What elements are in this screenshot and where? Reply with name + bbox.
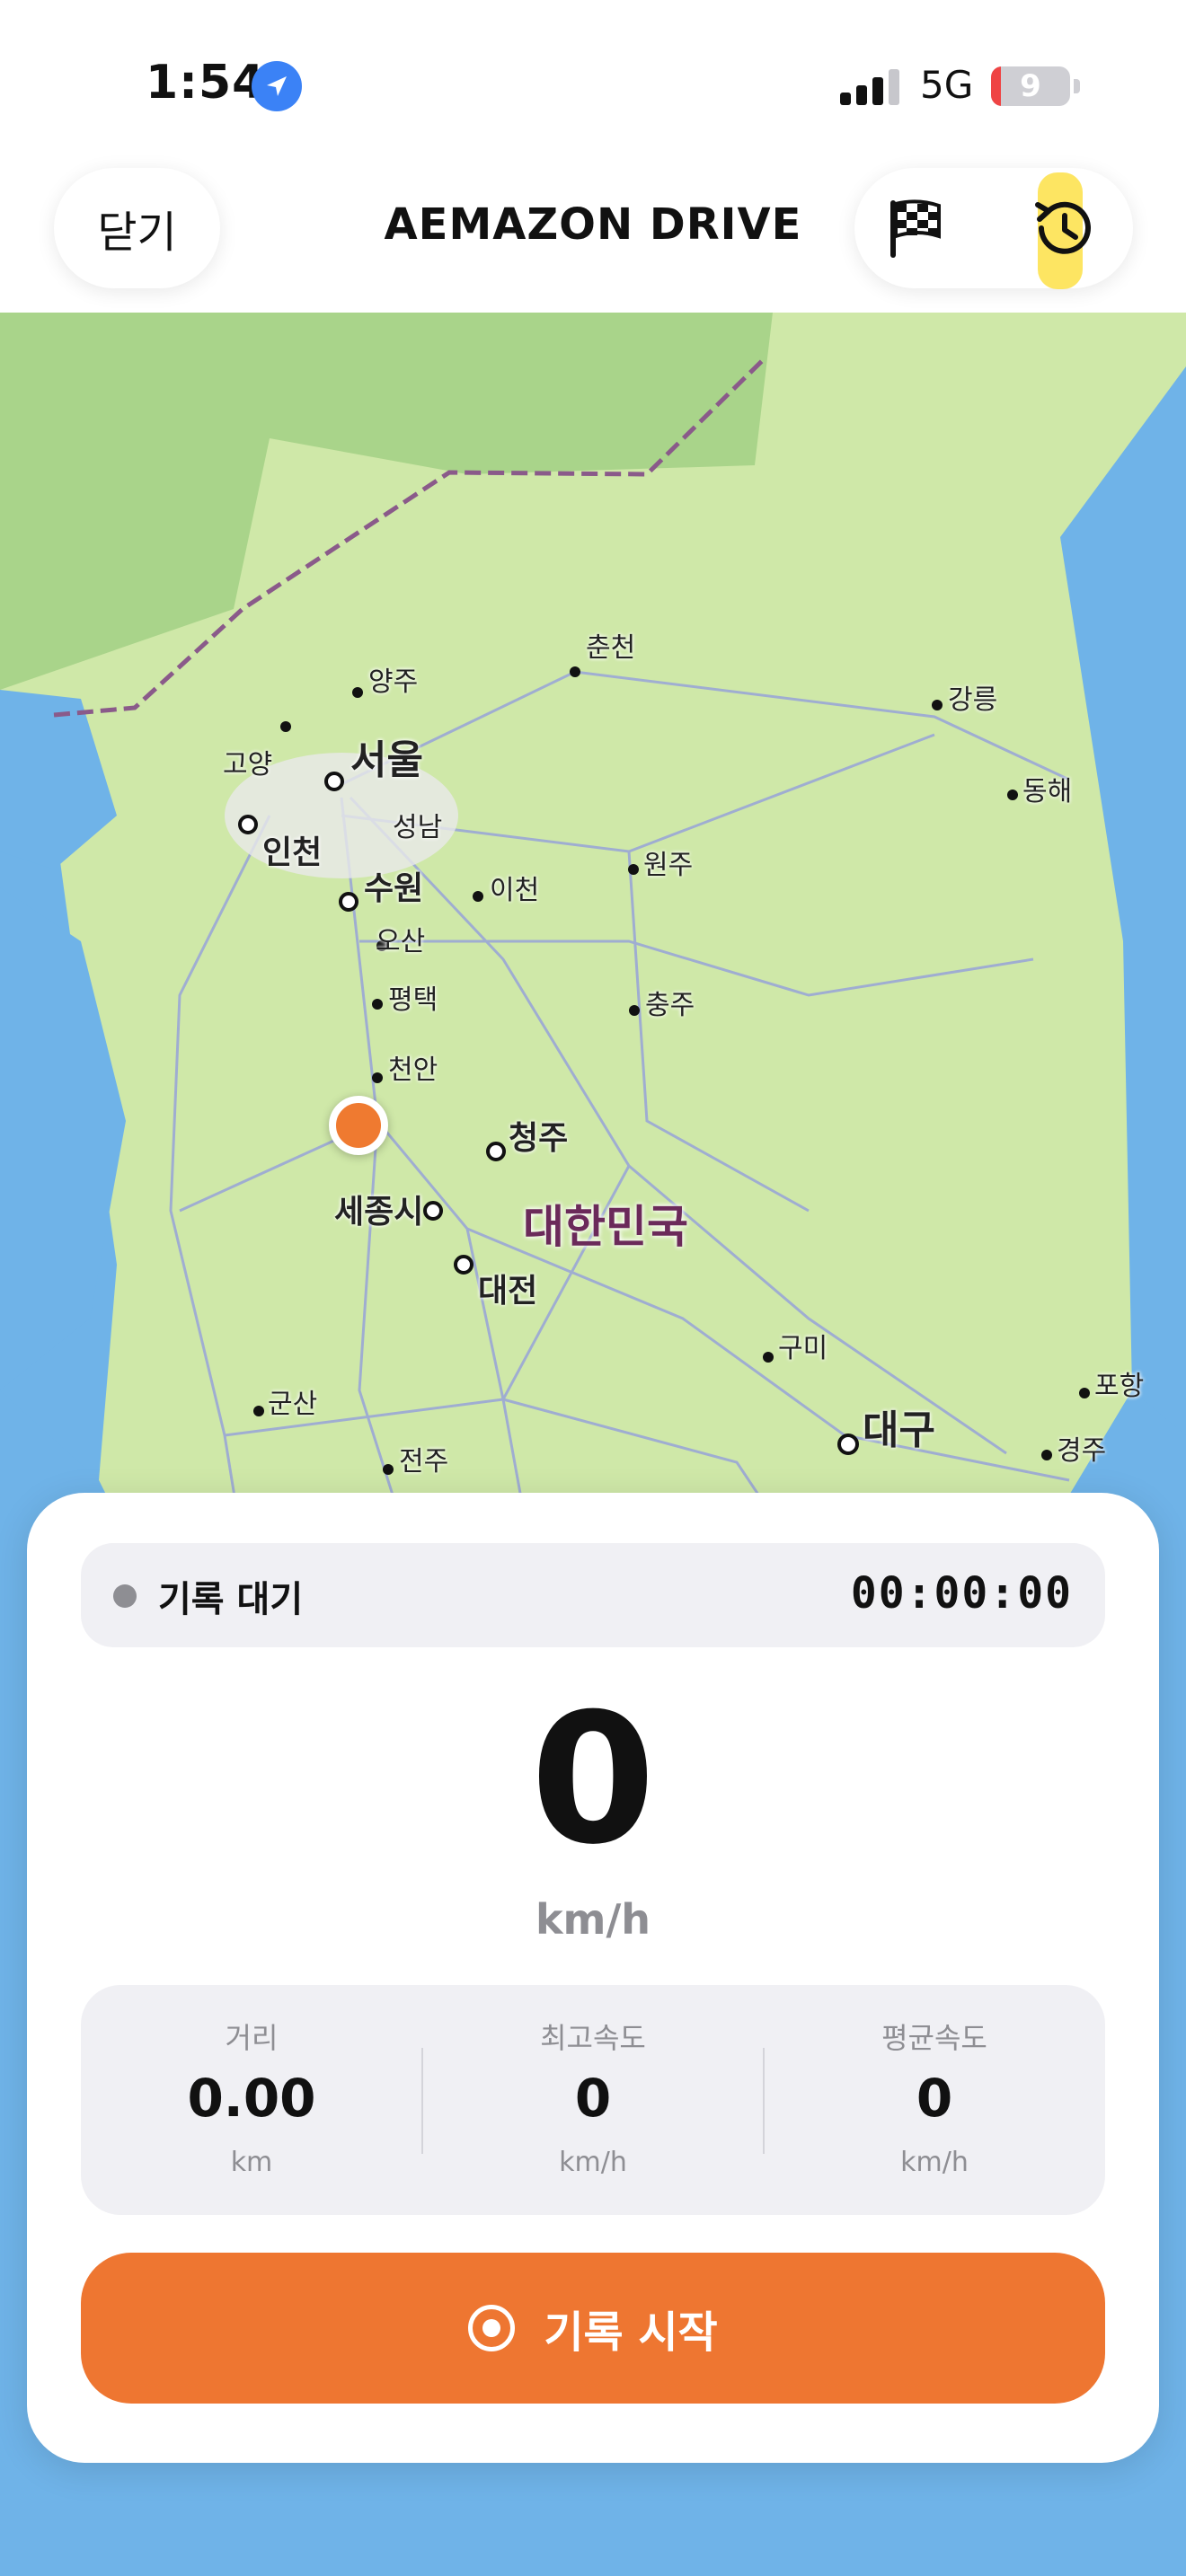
map-label-seongnam: 성남 <box>393 812 443 843</box>
recording-status-text: 기록 대기 <box>158 1579 304 1620</box>
stat-unit: km <box>230 2147 273 2178</box>
map-label-suwon: 수원 <box>364 870 424 907</box>
map-label-donghae: 동해 <box>1022 776 1073 807</box>
map-label-cheonan: 천안 <box>388 1054 438 1086</box>
nav-bar: 닫기 AEMAZON DRIVE <box>0 153 1186 313</box>
map-label-gyeongju: 경주 <box>1057 1435 1107 1467</box>
map-label-sejong: 세종시 <box>334 1194 424 1231</box>
stat-distance: 거리 0.00 km <box>81 1985 422 2215</box>
start-recording-label: 기록 시작 <box>544 2307 718 2358</box>
map-label-icheon: 이천 <box>490 875 540 906</box>
status-bar: 1:54 5G 9 <box>0 0 1186 153</box>
stat-label: 평균속도 <box>881 2021 987 2055</box>
map-label-chungju: 충주 <box>645 990 695 1021</box>
map-label-daegu: 대구 <box>863 1407 935 1453</box>
stat-avg-speed: 평균속도 0 km/h <box>764 1985 1105 2215</box>
trip-stats: 거리 0.00 km 최고속도 0 km/h 평균속도 0 km/h <box>81 1985 1105 2215</box>
checkered-flag-icon[interactable] <box>881 195 948 261</box>
network-type: 5G <box>920 63 974 107</box>
status-time: 1:54 <box>146 56 266 110</box>
record-icon <box>468 2305 516 2351</box>
battery-level: 9 <box>1020 68 1041 104</box>
map-label-yangju: 양주 <box>368 666 419 698</box>
stat-value: 0 <box>916 2068 953 2129</box>
start-recording-button[interactable]: 기록 시작 <box>81 2253 1105 2404</box>
map-label-gangneung: 강릉 <box>948 684 998 716</box>
battery-icon: 9 <box>991 66 1070 106</box>
map-label-chuncheon: 춘천 <box>586 632 636 664</box>
stat-label: 거리 <box>225 2021 279 2055</box>
speed-unit: km/h <box>535 1895 651 1944</box>
recording-status-bar: 기록 대기 00:00:00 <box>81 1543 1105 1647</box>
status-indicator <box>113 1584 137 1608</box>
map-label-wonju: 원주 <box>643 850 694 881</box>
map-label-gumi: 구미 <box>778 1333 828 1364</box>
history-icon[interactable] <box>1025 190 1101 266</box>
stat-unit: km/h <box>559 2147 627 2178</box>
stat-label: 최고속도 <box>540 2021 646 2055</box>
map-label-goyang: 고양 <box>223 749 273 781</box>
map-label-jeonju: 전주 <box>399 1446 449 1478</box>
close-button[interactable]: 닫기 <box>54 168 220 288</box>
map-label-country: 대한민국 <box>523 1201 688 1253</box>
battery-tip <box>1074 79 1080 93</box>
location-arrow-icon <box>252 61 302 111</box>
elapsed-timer: 00:00:00 <box>850 1568 1073 1619</box>
recording-panel: 기록 대기 00:00:00 0 km/h 거리 0.00 km 최고속도 0 … <box>27 1493 1159 2463</box>
stat-value: 0 <box>574 2068 612 2129</box>
current-speed: 0 <box>530 1675 656 1884</box>
map-label-incheon: 인천 <box>262 834 323 871</box>
map-label-pyeongtaek: 평택 <box>388 984 438 1016</box>
page-title: AEMAZON DRIVE <box>384 199 802 250</box>
map-label-cheongju: 청주 <box>509 1120 569 1157</box>
map-label-seoul: 서울 <box>350 737 423 783</box>
map-label-pohang: 포항 <box>1094 1371 1145 1402</box>
stat-value: 0.00 <box>187 2068 316 2129</box>
cellular-signal-icon <box>840 67 903 105</box>
map-label-daejeon: 대전 <box>478 1273 538 1310</box>
map-label-osan: 오산 <box>376 926 426 957</box>
map-label-gunsan: 군산 <box>268 1389 318 1420</box>
stat-max-speed: 최고속도 0 km/h <box>422 1985 764 2215</box>
stat-unit: km/h <box>900 2147 969 2178</box>
current-location-marker <box>329 1096 388 1155</box>
